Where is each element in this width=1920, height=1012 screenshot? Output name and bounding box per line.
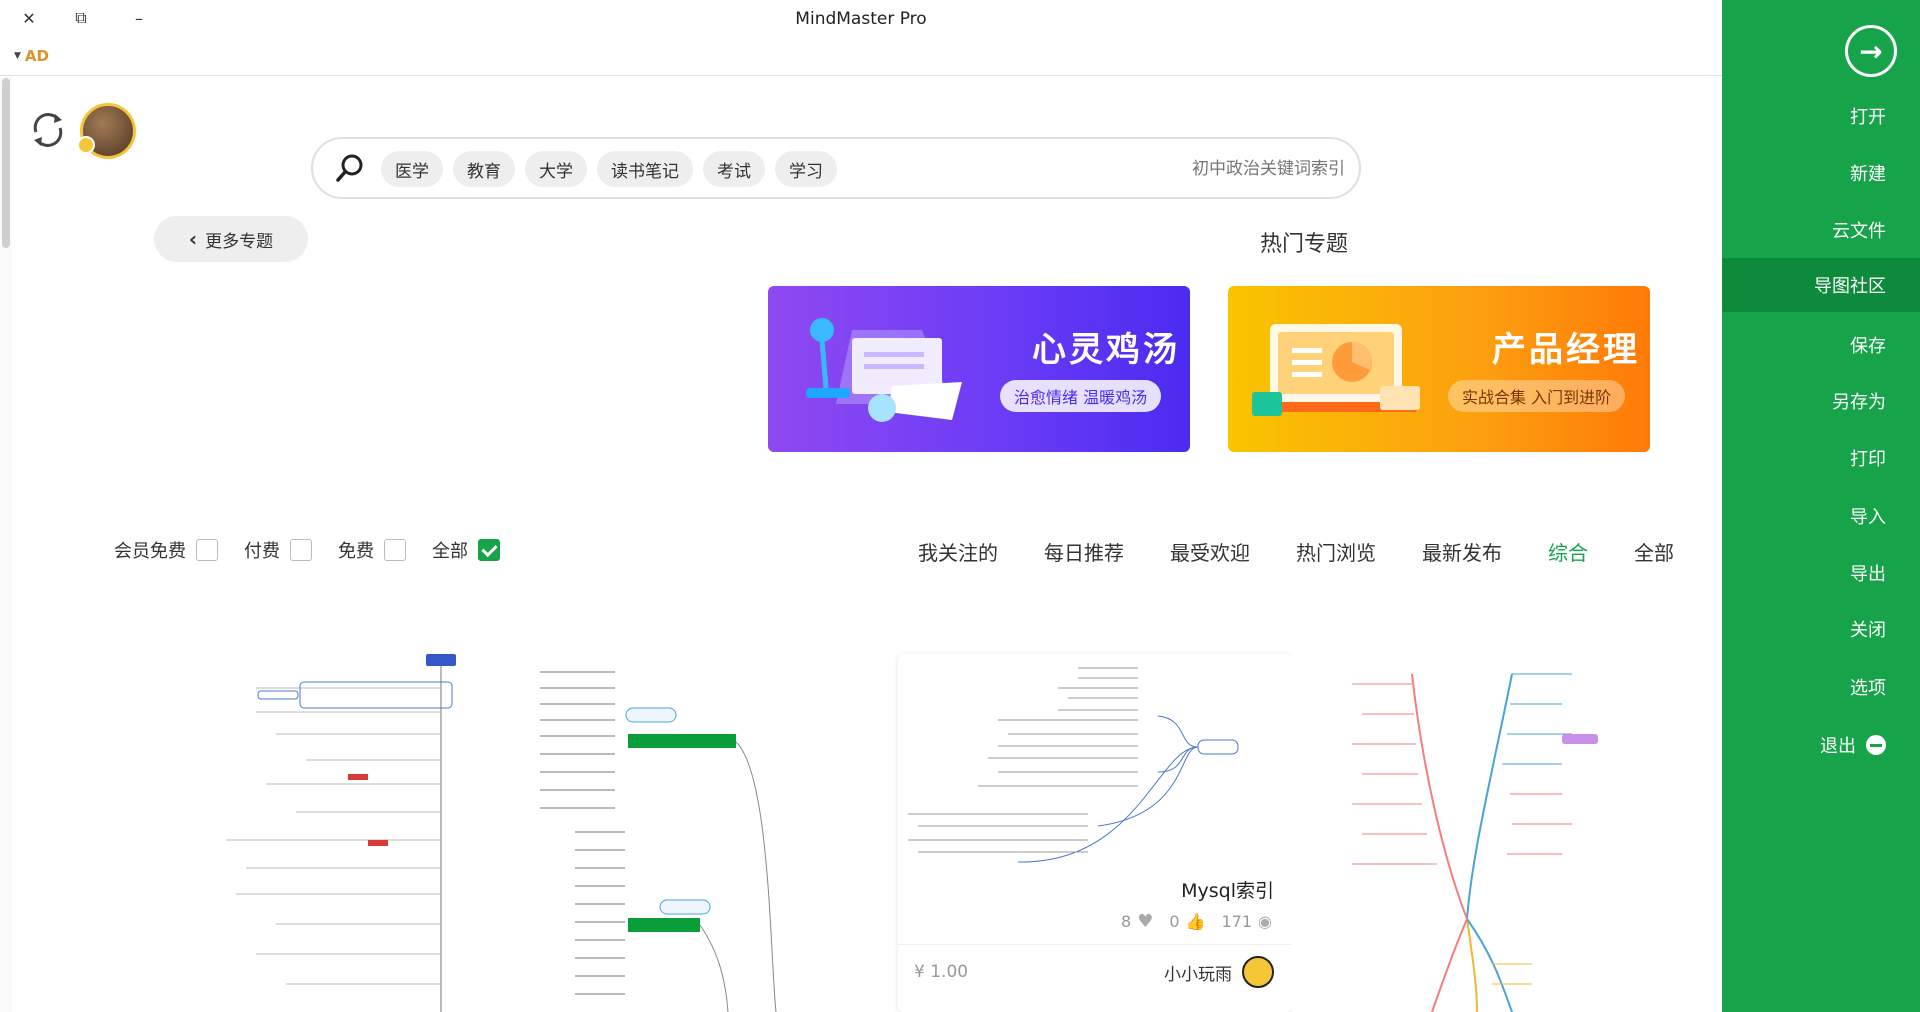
scrollbar-thumb[interactable] [2,78,10,248]
desk-lamp-illustration-icon [806,318,962,422]
checkbox-checked[interactable] [478,539,500,561]
tab-following[interactable]: 我关注的 [918,537,998,566]
tag-university[interactable]: 大学 [525,151,587,187]
filter-label: 全部 [432,541,468,562]
exit-icon [1866,735,1886,755]
filter-member-free[interactable]: 会员免费 [114,537,218,563]
mindmap-thumbnail [1352,673,1598,1012]
mindmap-thumbnail [908,667,1239,863]
section-title: 热门专题 [1259,232,1348,257]
menu-exit[interactable]: 退出 [1722,718,1920,772]
mindmap-card[interactable] [1292,654,1686,1012]
banner-title: 心灵鸡汤 [1032,330,1180,370]
filter-label: 付费 [244,541,280,562]
menu-import[interactable]: 导入 [1722,489,1920,543]
laptop-illustration-icon [1252,324,1420,416]
favorites-stat: 8 ♥ [1121,911,1153,932]
more-topics-label: 更多专题 [205,231,274,252]
menu-exit-label: 退出 [1820,736,1856,757]
tab-popular[interactable]: 最受欢迎 [1170,537,1250,566]
menu-print[interactable]: 打印 [1722,431,1920,485]
tag-exam[interactable]: 考试 [703,151,765,187]
tag-study[interactable]: 学习 [775,151,837,187]
tab-daily[interactable]: 每日推荐 [1044,537,1124,566]
checkbox[interactable] [384,539,406,561]
app-title: MindMaster Pro [795,9,927,29]
tab-hot[interactable]: 热门浏览 [1296,537,1376,566]
menu-export[interactable]: 导出 [1722,546,1920,600]
sync-icon[interactable] [28,110,68,150]
card-title: Mysql索引 [1181,880,1274,902]
banner-subtitle: 实战合集 入门到进阶 [1448,380,1626,412]
filter-all[interactable]: 全部 [432,537,500,563]
search-icon[interactable] [335,153,365,183]
menu-cloud-files[interactable]: 云文件 [1722,203,1920,257]
eye-icon: ◉ [1258,912,1272,931]
menu-community[interactable]: 导图社区 [1722,258,1920,312]
app-window: ✕ ⧉ – MindMaster Pro ▼ AD → 打开 新建 云文件 导图… [0,0,1920,1012]
back-arrow-icon[interactable]: → [1845,25,1897,77]
filter-label: 会员免费 [114,541,186,562]
banner-subtitle: 治愈情绪 温暖鸡汤 [1000,380,1162,412]
card-author[interactable]: 小小玩雨 [1164,956,1274,988]
filter-label: 免费 [338,541,374,562]
caret-down-icon: ▼ [14,51,21,61]
tag-education[interactable]: 教育 [453,151,515,187]
search-tags: 医学 教育 大学 读书笔记 考试 学习 [381,151,837,187]
sort-tabs: 全部 综合 最新发布 热门浏览 最受欢迎 每日推荐 我关注的 [918,537,1674,566]
search-input[interactable] [1085,153,1345,185]
mindmap-card[interactable] [106,654,500,1012]
mindmap-thumbnail [540,671,777,1012]
card-meta: Mysql索引 8 ♥ 0 👍 171 ◉ 小小玩雨 ¥ 1.00 [898,866,1292,1012]
views-count: 171 [1221,912,1253,931]
mindmap-card[interactable] [500,654,894,1012]
likes-count: 0 [1169,912,1180,931]
likes-stat: 0 👍 [1169,912,1205,931]
card-price: ¥ 1.00 [914,962,969,982]
filter-free[interactable]: 免费 [338,537,406,563]
tab-comprehensive[interactable]: 综合 [1548,537,1588,566]
menu-new[interactable]: 新建 [1722,146,1920,200]
divider [0,75,1722,76]
thumbs-up-icon: 👍 [1185,912,1206,931]
divider [898,944,1292,945]
menu-save[interactable]: 保存 [1722,318,1920,372]
card-stats: 8 ♥ 0 👍 171 ◉ [1121,911,1272,932]
ad-menu[interactable]: ▼ AD [14,47,49,65]
banner-soul-soup[interactable]: 心灵鸡汤 治愈情绪 温暖鸡汤 [768,286,1190,452]
tab-all[interactable]: 全部 [1634,537,1674,566]
title-bar: ✕ ⧉ – MindMaster Pro [0,0,1722,38]
checkbox[interactable] [196,539,218,561]
tag-reading-notes[interactable]: 读书笔记 [597,151,693,187]
menu-save-as[interactable]: 另存为 [1722,374,1920,428]
search-bar: 医学 教育 大学 读书笔记 考试 学习 [311,137,1361,199]
ad-label: AD [24,47,49,65]
chevron-left-icon: ‹ [188,227,198,251]
menu-close[interactable]: 关闭 [1722,602,1920,656]
price-filters: 会员免费 付费 免费 全部 [114,537,500,563]
template-card-mysql-index[interactable]: Mysql索引 8 ♥ 0 👍 171 ◉ 小小玩雨 ¥ 1.00 [898,654,1292,1012]
author-avatar [1242,956,1274,988]
menu-open[interactable]: 打开 [1722,89,1920,143]
heart-icon: ♥ [1137,911,1154,932]
more-topics-button[interactable]: ‹ 更多专题 [154,216,308,262]
views-stat: 171 ◉ [1221,912,1272,931]
tag-medicine[interactable]: 医学 [381,151,443,187]
favorites-count: 8 [1121,912,1132,931]
banner-product-manager[interactable]: 产品经理 实战合集 入门到进阶 [1228,286,1650,452]
mindmap-thumbnail [226,654,456,1012]
banner-title: 产品经理 [1492,330,1640,370]
checkbox[interactable] [290,539,312,561]
author-name: 小小玩雨 [1164,964,1232,985]
tab-latest[interactable]: 最新发布 [1422,537,1502,566]
file-menu-panel: → 打开 新建 云文件 导图社区 保存 另存为 打印 导入 导出 关闭 选项 退… [1722,0,1920,1012]
vip-badge-icon [77,136,95,154]
menu-options[interactable]: 选项 [1722,660,1920,714]
filter-paid[interactable]: 付费 [244,537,312,563]
